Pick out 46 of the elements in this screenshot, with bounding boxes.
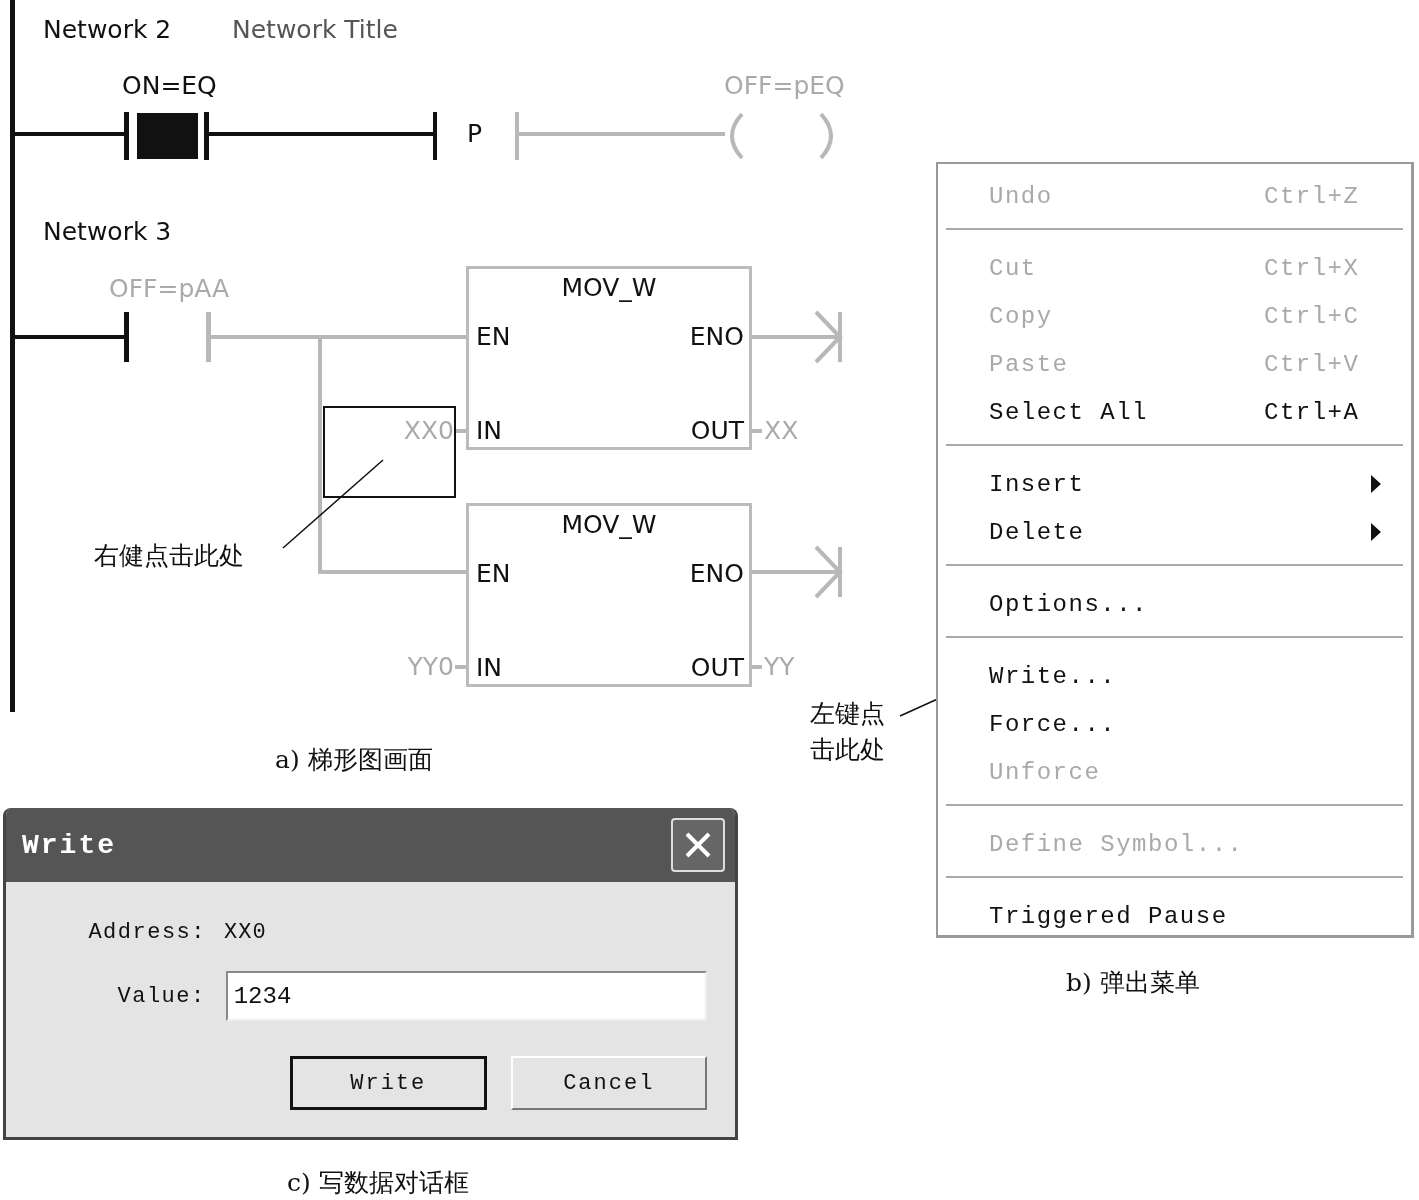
contact-label: OFF=pAA bbox=[109, 274, 230, 304]
pin-label: ENO bbox=[689, 322, 744, 352]
block-name: MOV_W bbox=[560, 510, 658, 540]
window-title: Write bbox=[22, 829, 116, 861]
pin-label: EN bbox=[476, 322, 511, 352]
operand-label: YY0 bbox=[407, 652, 454, 682]
menu-item[interactable]: Options... bbox=[946, 580, 1403, 628]
field-label: Value: bbox=[116, 983, 206, 1009]
callout-text: 右健点击此处 bbox=[94, 540, 244, 572]
output-arrow-icon bbox=[814, 545, 843, 599]
pin-label: IN bbox=[476, 416, 503, 446]
figure-caption: b) 弹出菜单 bbox=[1066, 967, 1200, 999]
operand-label: XX0 bbox=[403, 416, 454, 446]
figure-caption: a) 梯形图画面 bbox=[275, 744, 433, 776]
close-icon bbox=[683, 830, 713, 860]
pin-label: IN bbox=[476, 653, 503, 683]
figure-caption: c) 写数据对话框 bbox=[287, 1167, 469, 1199]
operand-label: YY bbox=[764, 652, 795, 682]
field-label: Address: bbox=[87, 919, 206, 945]
pin-label: ENO bbox=[689, 559, 744, 589]
menu-item[interactable]: Select All Ctrl+A bbox=[946, 388, 1403, 436]
menu-item[interactable]: Write... bbox=[946, 652, 1403, 700]
submenu-arrow-icon bbox=[1371, 523, 1381, 541]
submenu-arrow-icon bbox=[1371, 475, 1381, 493]
close-button[interactable] bbox=[671, 818, 725, 872]
menu-item[interactable]: Delete bbox=[946, 508, 1403, 556]
network-label: Network 2 bbox=[43, 15, 172, 45]
block-name: MOV_W bbox=[560, 273, 658, 303]
operand-label: XX bbox=[764, 416, 799, 446]
network-label: Network 3 bbox=[43, 217, 172, 247]
network-title: Network Title bbox=[232, 15, 398, 45]
coil-label: OFF=pEQ bbox=[724, 71, 845, 101]
pin-label: OUT bbox=[690, 653, 744, 683]
dialog-button[interactable]: Write bbox=[290, 1056, 487, 1110]
menu-item[interactable]: Triggered Pause bbox=[946, 892, 1403, 940]
address-value: XX0 bbox=[224, 919, 267, 945]
input-field[interactable]: 1234 bbox=[225, 971, 707, 1021]
callout-text: 左键点击此处 bbox=[810, 698, 885, 766]
pin-label: OUT bbox=[690, 416, 744, 446]
menu-item[interactable]: Force... bbox=[946, 700, 1403, 748]
contact-label: ON=EQ bbox=[122, 71, 217, 101]
pin-label: EN bbox=[476, 559, 511, 589]
output-arrow-icon bbox=[814, 310, 843, 364]
menu-item[interactable]: Insert bbox=[946, 460, 1403, 508]
edge-label: P bbox=[467, 119, 483, 149]
dialog-button[interactable]: Cancel bbox=[510, 1056, 707, 1110]
